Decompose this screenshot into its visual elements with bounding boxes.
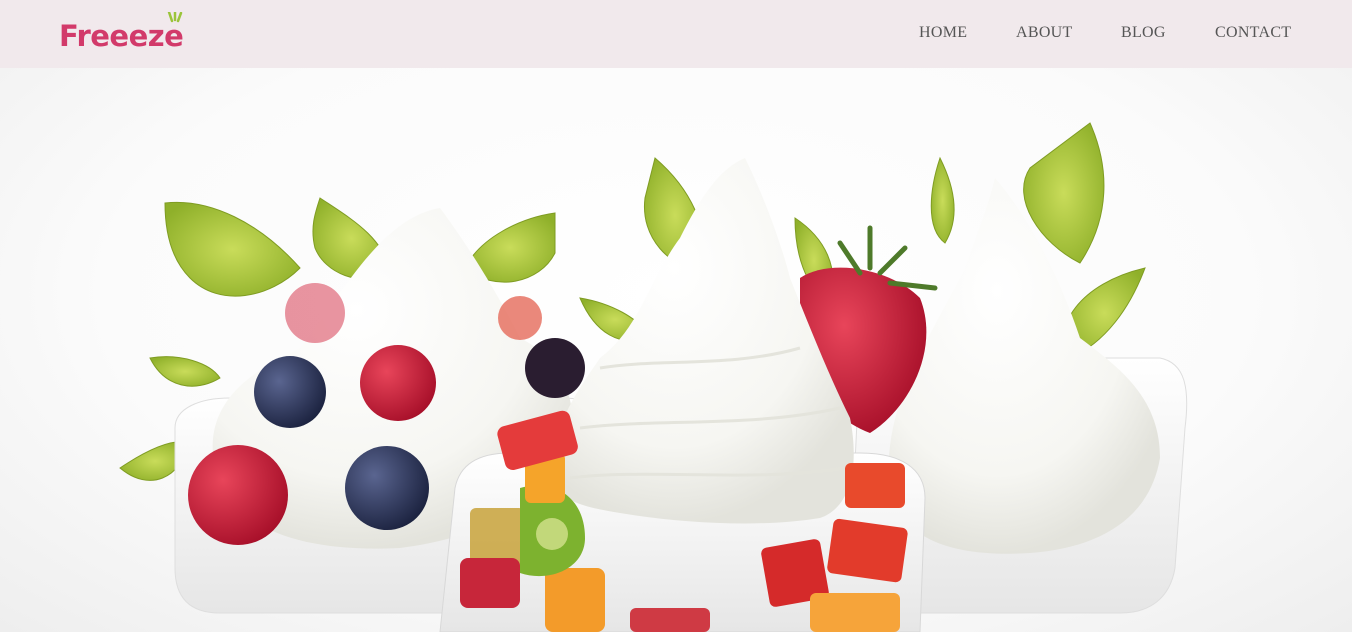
nav-about[interactable]: ABOUT [1016,24,1073,42]
site-header: Freeeze HOME ABOUT BLOG CONTACT [0,0,1352,68]
main-nav: HOME ABOUT BLOG CONTACT [0,24,1352,44]
nav-home[interactable]: HOME [919,24,967,42]
nav-blog[interactable]: BLOG [1121,24,1166,42]
hero-banner [0,68,1352,632]
nav-contact[interactable]: CONTACT [1215,24,1291,42]
frozen-yogurt-hero-image [119,122,1188,632]
